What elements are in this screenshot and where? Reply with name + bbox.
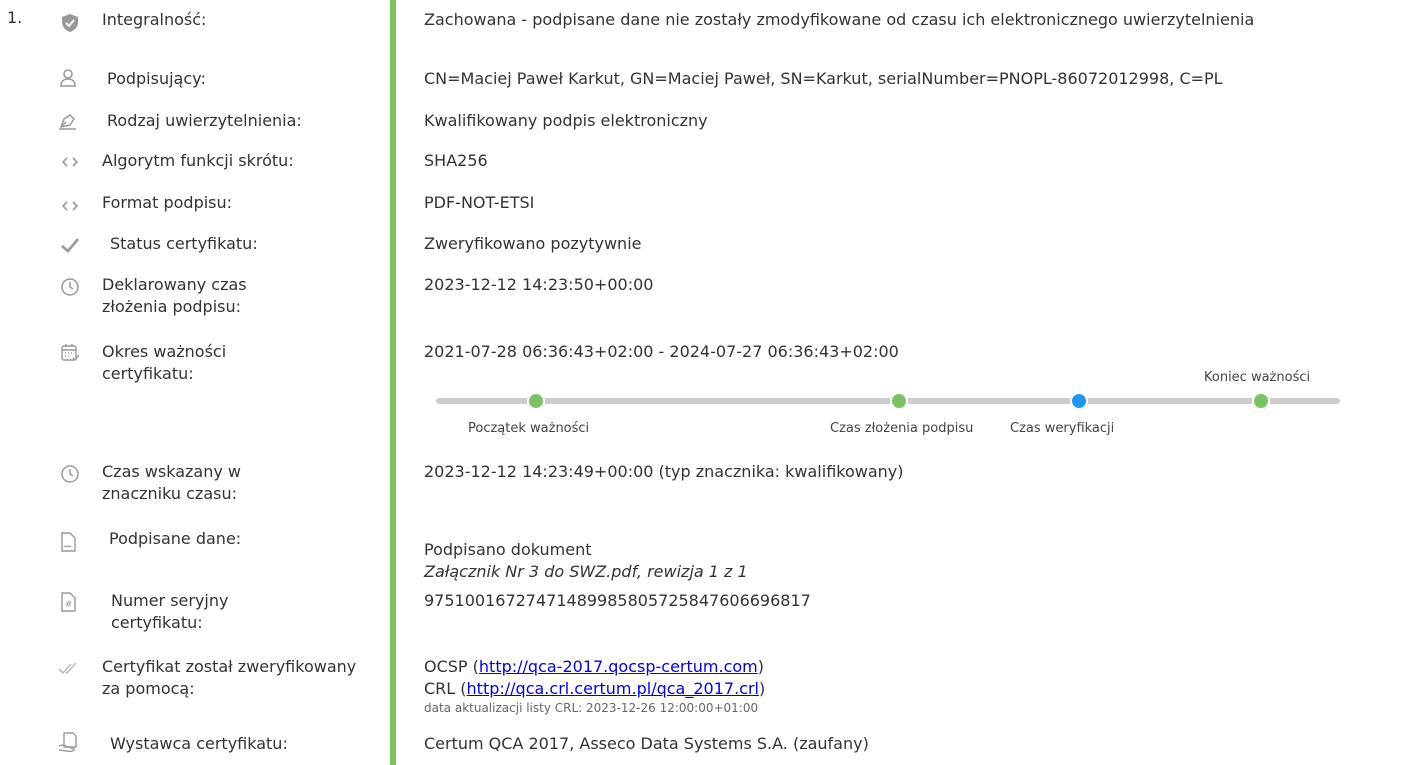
ocsp-prefix: OCSP ( [424,657,479,676]
crl-update-date: data aktualizacji listy CRL: 2023-12-26 … [424,701,759,715]
timeline-signing-label: Czas złożenia podpisu [830,421,974,436]
declared-time-label: Deklarowany czas złożenia podpisu: [102,275,247,316]
verified-by-label: Certyfikat został zweryfikowany za pomoc… [102,657,357,698]
crl-link[interactable]: http://qca.crl.certum.pl/qca_2017.crl [467,679,759,698]
clock-icon [58,462,82,486]
declared-time-value: 2023-12-12 14:23:50+00:00 [424,275,654,294]
timeline-track [436,398,1340,404]
code-icon [58,194,82,218]
ocsp-link[interactable]: http://qca-2017.qocsp-certum.com [479,657,758,676]
serial-number-label: Numer seryjny certyfikatu: [111,591,229,632]
signer-value: CN=Maciej Paweł Karkut, GN=Maciej Paweł,… [424,69,1223,88]
user-icon [56,66,80,90]
crl-prefix: CRL ( [424,679,467,698]
document-hash-icon: # [56,590,80,614]
signed-document-name: Załącznik Nr 3 do SWZ.pdf, rewizja 1 z 1 [424,562,748,581]
timeline-verification-marker [1070,392,1088,410]
signed-document-text: Podpisano dokument [424,540,592,559]
signed-data-value: Podpisano dokument Załącznik Nr 3 do SWZ… [424,539,1414,583]
timeline-verification-label: Czas weryfikacji [1010,421,1115,436]
document-hand-icon [56,730,80,754]
validity-period-label: Okres ważności certyfikatu: [102,342,227,383]
ocsp-suffix: ) [757,657,764,676]
integrity-label: Integralność: [102,10,207,29]
validity-period-value: 2021-07-28 06:36:43+02:00 - 2024-07-27 0… [424,342,899,361]
pen-icon [56,109,80,133]
timestamp-time-value: 2023-12-12 14:23:49+00:00 (typ znacznika… [424,462,904,481]
validity-timeline: Koniec ważności Początek ważności Czas z… [424,370,1354,440]
status-accent-bar [390,0,396,765]
verified-by-value: OCSP (http://qca-2017.qocsp-certum.com) … [424,656,1414,716]
auth-type-value: Kwalifikowany podpis elektroniczny [424,111,708,130]
checkmark-icon [58,233,82,257]
ocsp-line: OCSP (http://qca-2017.qocsp-certum.com) [424,656,1414,678]
issuer-value: Certum QCA 2017, Asseco Data Systems S.A… [424,734,869,753]
timeline-start-label: Początek ważności [468,421,590,436]
hash-algorithm-value: SHA256 [424,151,488,170]
svg-text:#: # [65,600,73,610]
calendar-check-icon [58,341,82,365]
entry-number: 1. [7,8,23,27]
timeline-end-label: Koniec ważności [1204,370,1311,385]
timestamp-time-label: Czas wskazany w znaczniku czasu: [102,462,241,503]
timeline-signing-marker [890,392,908,410]
integrity-value: Zachowana - podpisane dane nie zostały z… [424,10,1255,29]
signature-format-label: Format podpisu: [102,193,233,212]
timeline-end-marker [1252,392,1270,410]
crl-suffix: ) [758,679,766,698]
shield-check-icon [58,11,82,35]
signer-label: Podpisujący: [107,69,206,88]
crl-line: CRL (http://qca.crl.certum.pl/qca_2017.c… [424,678,1414,700]
hash-algorithm-label: Algorytm funkcji skrótu: [102,151,294,170]
code-icon [58,150,82,174]
document-signature-icon [56,530,80,554]
double-check-icon [56,656,80,680]
cert-status-label: Status certyfikatu: [110,234,258,253]
auth-type-label: Rodzaj uwierzytelnienia: [107,111,302,130]
clock-icon [58,275,82,299]
signature-format-value: PDF-NOT-ETSI [424,193,535,212]
issuer-label: Wystawca certyfikatu: [110,734,288,753]
signed-data-label: Podpisane dane: [109,529,242,548]
timeline-start-marker [527,392,545,410]
cert-status-value: Zweryfikowano pozytywnie [424,234,642,253]
serial-number-value: 97510016727471489985805725847606696817 [424,591,811,610]
